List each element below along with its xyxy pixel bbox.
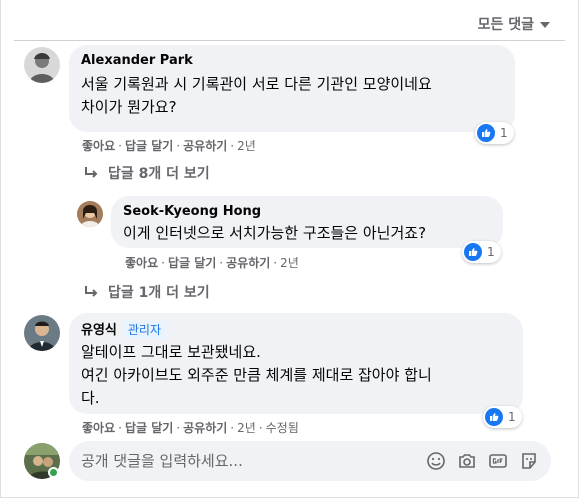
comment-bubble: Alexander Park 서울 기록원과 시 기록관이 서로 다른 기관인 … [69, 45, 515, 132]
share-button[interactable]: 공유하기 [183, 421, 227, 435]
comment-author-row: 유영식 관리자 [81, 321, 511, 339]
comment-author[interactable]: Alexander Park [81, 53, 503, 69]
like-icon [477, 124, 495, 142]
emoji-icon[interactable] [426, 451, 446, 471]
comment-input[interactable] [81, 452, 426, 470]
reaction-summary[interactable]: 1 [462, 241, 501, 263]
reaction-summary[interactable]: 1 [475, 122, 514, 144]
sort-label: 모든 댓글 [477, 17, 534, 33]
reaction-count: 1 [508, 410, 516, 424]
comment-text-line: 여긴 아카이브도 외주준 만큼 체계를 제대로 잡아야 합니 [81, 366, 432, 384]
sort-caret-icon [540, 22, 550, 28]
view-replies-label: 답글 1개 더 보기 [108, 285, 210, 301]
avatar-alexander-park[interactable] [24, 47, 60, 83]
comment-actions: 좋아요 · 답글 달기 · 공유하기 · 2년 [82, 139, 256, 153]
composer-icons [426, 451, 539, 471]
reply-button[interactable]: 답글 달기 [125, 139, 173, 153]
reply-button[interactable]: 답글 달기 [125, 421, 173, 435]
sort-comments-dropdown[interactable]: 모든 댓글 [478, 14, 550, 34]
reaction-summary[interactable]: 1 [483, 406, 522, 428]
like-button[interactable]: 좋아요 [125, 256, 158, 270]
comment-author[interactable]: 유영식 [81, 323, 117, 338]
comment-time[interactable]: 2년 [237, 421, 256, 435]
comment-author[interactable]: Seok-Kyeong Hong [123, 204, 491, 220]
camera-icon[interactable] [457, 451, 477, 471]
like-button[interactable]: 좋아요 [82, 139, 115, 153]
avatar-seok-kyeong-hong[interactable] [77, 201, 103, 227]
comment-text-line: 알테이프 그대로 보관됐네요. [81, 343, 261, 361]
comment-bubble: 유영식 관리자 알테이프 그대로 보관됐네요. 여긴 아카이브도 외주준 만큼 체… [69, 313, 523, 414]
like-icon [485, 408, 503, 426]
comment-time[interactable]: 2년 [237, 139, 256, 153]
comment-text-line: 다. [81, 389, 100, 407]
reply-arrow-icon [85, 286, 98, 297]
gif-icon[interactable] [488, 451, 508, 471]
reply-bubble: Seok-Kyeong Hong 이게 인터넷으로 서치가능한 구조들은 아닌거… [111, 196, 503, 248]
divider [14, 40, 565, 41]
view-more-replies-button[interactable]: 답글 1개 더 보기 [84, 282, 210, 302]
share-button[interactable]: 공유하기 [183, 139, 227, 153]
like-button[interactable]: 좋아요 [82, 421, 115, 435]
comments-panel: 모든 댓글 Alexander Park 서울 기록원과 시 기록관이 서로 다… [0, 0, 579, 498]
reaction-count: 1 [500, 126, 508, 140]
online-status-indicator [48, 467, 59, 478]
comment-text-line: 서울 기록원과 시 기록관이 서로 다른 기관인 모양이네요 [81, 75, 432, 93]
reply-button[interactable]: 답글 달기 [168, 256, 216, 270]
reply-arrow-icon [85, 167, 98, 178]
view-more-replies-button[interactable]: 답글 8개 더 보기 [84, 163, 210, 183]
comment-text-line: 차이가 뭔가요? [81, 98, 177, 116]
view-replies-label: 답글 8개 더 보기 [108, 166, 210, 182]
comment-actions: 좋아요 · 답글 달기 · 공유하기 · 2년 · 수정됨 [82, 421, 299, 435]
comment-time[interactable]: 2년 [280, 256, 299, 270]
avatar-yoo-young-sik[interactable] [24, 315, 60, 351]
reaction-count: 1 [487, 245, 495, 259]
admin-badge: 관리자 [122, 321, 167, 339]
edited-label[interactable]: 수정됨 [266, 421, 299, 435]
comment-text-line: 이게 인터넷으로 서치가능한 구조들은 아닌거죠? [123, 224, 427, 242]
sticker-icon[interactable] [519, 451, 539, 471]
share-button[interactable]: 공유하기 [226, 256, 270, 270]
like-icon [464, 243, 482, 261]
comment-composer [69, 441, 551, 481]
comment-actions: 좋아요 · 답글 달기 · 공유하기 · 2년 [125, 256, 299, 270]
